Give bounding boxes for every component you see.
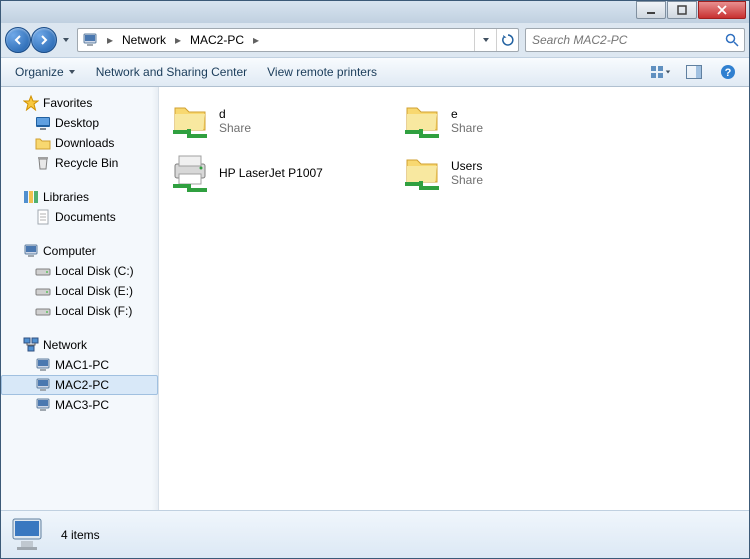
libraries-icon — [23, 189, 39, 205]
search-input[interactable] — [530, 32, 724, 48]
address-bar[interactable]: ▸ Network ▸ MAC2-PC ▸ — [77, 28, 519, 52]
share-folder-icon — [401, 152, 443, 194]
tree-group-computer: Computer Local Disk (C:) Local Disk (E:)… — [1, 241, 158, 321]
toolbar: Organize Network and Sharing Center View… — [1, 57, 749, 87]
help-button[interactable]: ? — [715, 61, 741, 83]
printer-icon — [169, 152, 211, 194]
network-label: Network — [43, 338, 87, 352]
computer-icon — [82, 31, 100, 49]
item-printer[interactable]: HP LaserJet P1007 — [163, 147, 395, 199]
maximize-button[interactable] — [667, 1, 697, 19]
details-pane: 4 items — [1, 510, 749, 558]
svg-text:?: ? — [725, 67, 732, 79]
recycle-bin-icon — [35, 155, 51, 171]
sidebar-item-disk-f[interactable]: Local Disk (F:) — [1, 301, 158, 321]
network-icon — [23, 337, 39, 353]
item-name: Users — [451, 159, 483, 173]
chevron-down-icon — [665, 69, 671, 75]
item-share-users[interactable]: Users Share — [395, 147, 627, 199]
item-sub: Share — [451, 121, 483, 135]
drive-icon — [35, 283, 51, 299]
tree-group-favorites: Favorites Desktop Downloads Recycle Bin — [1, 93, 158, 173]
network-header[interactable]: Network — [1, 335, 158, 355]
item-name: e — [451, 107, 483, 121]
tree-group-network: Network MAC1-PC MAC2-PC MAC3-PC — [1, 335, 158, 415]
item-share-e[interactable]: e Share — [395, 95, 627, 147]
share-folder-icon — [169, 100, 211, 142]
chevron-right-icon[interactable]: ▸ — [250, 33, 262, 47]
computer-icon — [23, 243, 39, 259]
drive-icon — [35, 303, 51, 319]
computer-icon — [35, 377, 51, 393]
favorites-label: Favorites — [43, 96, 92, 110]
folder-icon — [35, 135, 51, 151]
computer-icon — [35, 397, 51, 413]
view-remote-printers-link[interactable]: View remote printers — [261, 63, 383, 81]
libraries-header[interactable]: Libraries — [1, 187, 158, 207]
preview-pane-icon — [686, 65, 702, 79]
sidebar-item-mac2-pc[interactable]: MAC2-PC — [1, 375, 158, 395]
sidebar-item-disk-e[interactable]: Local Disk (E:) — [1, 281, 158, 301]
titlebar — [1, 1, 749, 23]
sidebar-item-mac3-pc[interactable]: MAC3-PC — [1, 395, 158, 415]
nav-arrows — [5, 27, 57, 53]
view-mode-button[interactable] — [647, 61, 673, 83]
status-count: 4 items — [61, 528, 100, 542]
item-sub: Share — [219, 121, 251, 135]
body: Favorites Desktop Downloads Recycle Bin — [1, 87, 749, 510]
star-icon — [23, 95, 39, 111]
sidebar-item-disk-c[interactable]: Local Disk (C:) — [1, 261, 158, 281]
search-icon[interactable] — [724, 32, 740, 48]
chevron-right-icon[interactable]: ▸ — [104, 33, 116, 47]
sidebar-item-recycle-bin[interactable]: Recycle Bin — [1, 153, 158, 173]
content-pane: d Share e Share — [159, 87, 749, 510]
computer-icon — [9, 515, 49, 555]
sidebar-item-mac1-pc[interactable]: MAC1-PC — [1, 355, 158, 375]
chevron-down-icon — [68, 68, 76, 76]
refresh-button[interactable] — [496, 29, 518, 51]
nav-pane: Favorites Desktop Downloads Recycle Bin — [1, 87, 159, 510]
tree-group-libraries: Libraries Documents — [1, 187, 158, 227]
document-icon — [35, 209, 51, 225]
address-dropdown-icon[interactable] — [474, 29, 496, 51]
computer-icon — [35, 357, 51, 373]
breadcrumb-node[interactable]: MAC2-PC — [184, 29, 250, 51]
history-dropdown-icon[interactable] — [59, 36, 73, 44]
search-box[interactable] — [525, 28, 745, 52]
breadcrumb-root[interactable]: Network — [116, 29, 172, 51]
item-sub: Share — [451, 173, 483, 187]
sidebar-item-desktop[interactable]: Desktop — [1, 113, 158, 133]
network-sharing-center-link[interactable]: Network and Sharing Center — [90, 63, 253, 81]
drive-icon — [35, 263, 51, 279]
forward-button[interactable] — [31, 27, 57, 53]
organize-label: Organize — [15, 65, 64, 79]
explorer-window: ▸ Network ▸ MAC2-PC ▸ Organize — [0, 0, 750, 559]
chevron-right-icon[interactable]: ▸ — [172, 33, 184, 47]
minimize-button[interactable] — [636, 1, 666, 19]
sidebar-item-downloads[interactable]: Downloads — [1, 133, 158, 153]
close-button[interactable] — [698, 1, 746, 19]
organize-menu[interactable]: Organize — [9, 63, 82, 81]
navbar: ▸ Network ▸ MAC2-PC ▸ — [1, 23, 749, 57]
computer-header[interactable]: Computer — [1, 241, 158, 261]
preview-pane-button[interactable] — [681, 61, 707, 83]
back-button[interactable] — [5, 27, 31, 53]
computer-label: Computer — [43, 244, 96, 258]
item-name: d — [219, 107, 251, 121]
tiles-view-icon — [650, 65, 664, 79]
share-folder-icon — [401, 100, 443, 142]
desktop-icon — [35, 115, 51, 131]
libraries-label: Libraries — [43, 190, 89, 204]
sidebar-item-documents[interactable]: Documents — [1, 207, 158, 227]
item-name: HP LaserJet P1007 — [219, 166, 323, 180]
help-icon: ? — [720, 64, 736, 80]
favorites-header[interactable]: Favorites — [1, 93, 158, 113]
item-share-d[interactable]: d Share — [163, 95, 395, 147]
